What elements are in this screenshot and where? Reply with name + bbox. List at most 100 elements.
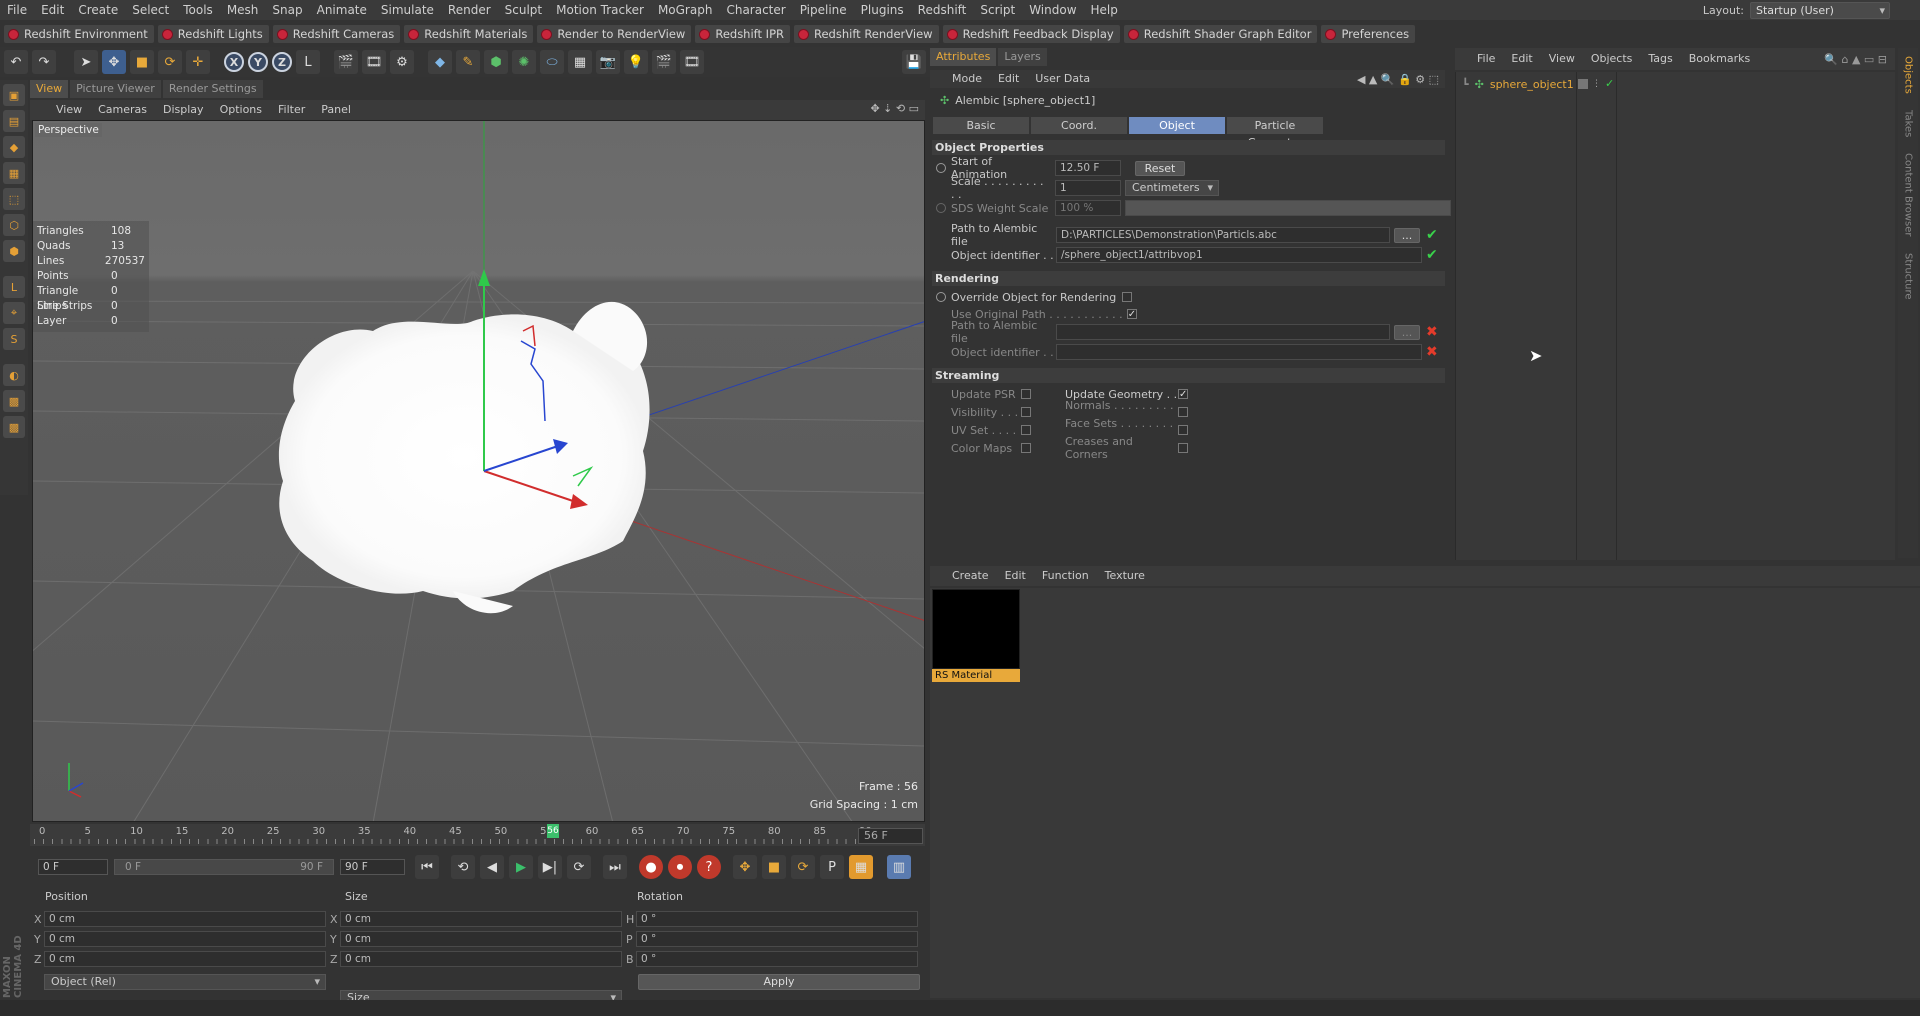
timeline-window-icon[interactable]: ▥ <box>887 855 911 879</box>
floor-icon[interactable]: ▦ <box>568 50 592 74</box>
key-rotation-icon[interactable]: ⟳ <box>791 855 815 879</box>
tab-render-settings[interactable]: Render Settings <box>162 80 263 98</box>
scale-field[interactable]: 1 <box>1055 180 1121 196</box>
subtab-coord[interactable]: Coord. <box>1031 117 1127 134</box>
light-icon[interactable]: 💡 <box>624 50 648 74</box>
menu-motion-tracker[interactable]: Motion Tracker <box>549 0 651 20</box>
visibility-checkbox[interactable] <box>1021 407 1031 417</box>
object-row[interactable]: ┗ ✣ sphere_object1 <box>1462 76 1574 92</box>
update-geometry-checkbox[interactable]: ✓ <box>1178 389 1188 400</box>
position-x-field[interactable]: 0 cm <box>44 911 326 927</box>
keyframe-radio-icon[interactable] <box>936 163 946 173</box>
subtab-object[interactable]: Object <box>1129 117 1225 134</box>
redshift-shader-graph-editor-button[interactable]: Redshift Shader Graph Editor <box>1123 25 1318 43</box>
snap-icon[interactable]: S <box>3 328 25 350</box>
size-x-field[interactable]: 0 cm <box>340 911 622 927</box>
attr-nav-icons[interactable]: ◀ ▲ 🔍 🔒 ⚙ ⬚ <box>1357 73 1439 86</box>
scale-unit-dropdown[interactable]: Centimeters <box>1125 180 1219 196</box>
use-original-path-checkbox[interactable]: ✓ <box>1126 309 1137 320</box>
go-to-end-icon[interactable]: ⏭ <box>603 855 627 879</box>
redshift-renderview-button[interactable]: Redshift RenderView <box>794 25 939 43</box>
start-frame-field[interactable]: 0 F <box>38 859 108 875</box>
menu-character[interactable]: Character <box>719 0 792 20</box>
axis-y-lock-icon[interactable]: Y <box>248 52 268 72</box>
rotation-h-field[interactable]: 0 ° <box>636 911 918 927</box>
3d-viewport[interactable]: Perspective Triangles 108 Quads 13 Lines 27… <box>32 120 925 822</box>
render-view-icon[interactable]: 🎬 <box>334 50 358 74</box>
record-icon[interactable]: ● <box>639 855 663 879</box>
keyframe-radio-icon[interactable] <box>936 292 946 302</box>
object-visibility-toggles[interactable]: ⋮ ✓ <box>1578 77 1614 90</box>
material-name[interactable]: RS Material <box>932 669 1020 682</box>
preview-range-slider[interactable]: 0 F 90 F <box>114 859 334 875</box>
redshift-cameras-button[interactable]: Redshift Cameras <box>272 25 401 43</box>
menu-redshift[interactable]: Redshift <box>911 0 974 20</box>
color-maps-checkbox[interactable] <box>1021 443 1031 453</box>
viewport-menu-view[interactable]: View <box>48 100 90 120</box>
key-parameter-icon[interactable]: P <box>820 855 844 879</box>
obj-menu-view[interactable]: View <box>1541 48 1583 70</box>
select-arrow-icon[interactable]: ➤ <box>74 50 98 74</box>
obj-menu-file[interactable]: File <box>1469 48 1503 70</box>
side-tab-content-browser[interactable]: Content Browser <box>1903 153 1914 236</box>
override-checkbox[interactable] <box>1122 292 1133 302</box>
material-list[interactable]: RS Material <box>930 588 1920 998</box>
alembic-path-field[interactable]: D:\PARTICLES\Demonstration\Particls.abc <box>1056 227 1390 243</box>
redshift-ipr-button[interactable]: Redshift IPR <box>695 25 790 43</box>
axis-x-lock-icon[interactable]: X <box>224 52 244 72</box>
points-mode-icon[interactable]: ⬚ <box>3 188 25 210</box>
object-mode-icon[interactable]: ▦ <box>3 162 25 184</box>
menu-select[interactable]: Select <box>125 0 176 20</box>
side-tab-structure[interactable]: Structure <box>1903 253 1914 300</box>
menu-edit[interactable]: Edit <box>34 0 71 20</box>
viewport-menu-options[interactable]: Options <box>212 100 270 120</box>
end-frame-field[interactable]: 90 F <box>340 859 405 875</box>
polygons-mode-icon[interactable]: ⬢ <box>3 240 25 262</box>
obj-menu-bookmarks[interactable]: Bookmarks <box>1681 48 1758 70</box>
subtab-basic[interactable]: Basic <box>933 117 1029 134</box>
tab-attributes[interactable]: Attributes <box>930 48 997 66</box>
render-identifier-field[interactable] <box>1056 344 1422 360</box>
tab-layers[interactable]: Layers <box>998 48 1047 66</box>
undo-icon[interactable]: ↶ <box>4 50 28 74</box>
redshift-lights-button[interactable]: Redshift Lights <box>157 25 269 43</box>
rotation-b-field[interactable]: 0 ° <box>636 951 918 967</box>
menu-mesh[interactable]: Mesh <box>220 0 266 20</box>
normals-checkbox[interactable] <box>1178 407 1188 417</box>
object-manager-nav-icons[interactable]: 🔍 ⌂ ▲ ▭ ⊟ <box>1824 53 1887 66</box>
apply-button[interactable]: Apply <box>638 974 920 990</box>
menu-create[interactable]: Create <box>71 0 125 20</box>
object-list[interactable]: ┗ ✣ sphere_object1 ⋮ ✓ <box>1455 72 1895 560</box>
object-identifier-field[interactable]: /sphere_object1/attribvop1 <box>1056 247 1422 263</box>
attr-menu-mode[interactable]: Mode <box>944 70 990 88</box>
menu-script[interactable]: Script <box>973 0 1022 20</box>
render-path-field[interactable] <box>1056 324 1390 340</box>
enabled-check-icon[interactable]: ✓ <box>1605 77 1614 90</box>
menu-file[interactable]: File <box>0 0 34 20</box>
render-browse-button[interactable]: ... <box>1394 324 1420 340</box>
tab-view[interactable]: View <box>30 80 69 98</box>
timeline-playhead[interactable]: 56 <box>547 824 560 838</box>
current-frame-field[interactable]: 56 F <box>858 828 923 844</box>
previous-key-icon[interactable]: ⟲ <box>451 855 475 879</box>
sds-weight-slider[interactable] <box>1125 200 1451 216</box>
menu-animate[interactable]: Animate <box>310 0 374 20</box>
go-to-start-icon[interactable]: ⏮ <box>415 855 439 879</box>
mat-menu-function[interactable]: Function <box>1034 566 1097 586</box>
previous-frame-icon[interactable]: ◀ <box>480 855 504 879</box>
obj-menu-objects[interactable]: Objects <box>1583 48 1641 70</box>
menu-plugins[interactable]: Plugins <box>854 0 911 20</box>
face-sets-checkbox[interactable] <box>1178 425 1188 435</box>
texture-mode-icon[interactable]: ▤ <box>3 110 25 132</box>
viewport-navigation-icons[interactable]: ✥ ⇣ ⟲ ▭ <box>870 102 919 115</box>
scale-tool-icon[interactable]: ■ <box>130 50 154 74</box>
subdivision-icon[interactable]: ⬢ <box>484 50 508 74</box>
menu-render[interactable]: Render <box>441 0 498 20</box>
play-icon[interactable]: ▶ <box>509 855 533 879</box>
viewport-menu-filter[interactable]: Filter <box>270 100 313 120</box>
clapper-icon[interactable]: 🎞 <box>680 50 704 74</box>
browse-button[interactable]: ... <box>1394 227 1420 243</box>
layer-icon[interactable] <box>1578 78 1588 89</box>
position-z-field[interactable]: 0 cm <box>44 951 326 967</box>
uv-set-checkbox[interactable] <box>1021 425 1031 435</box>
